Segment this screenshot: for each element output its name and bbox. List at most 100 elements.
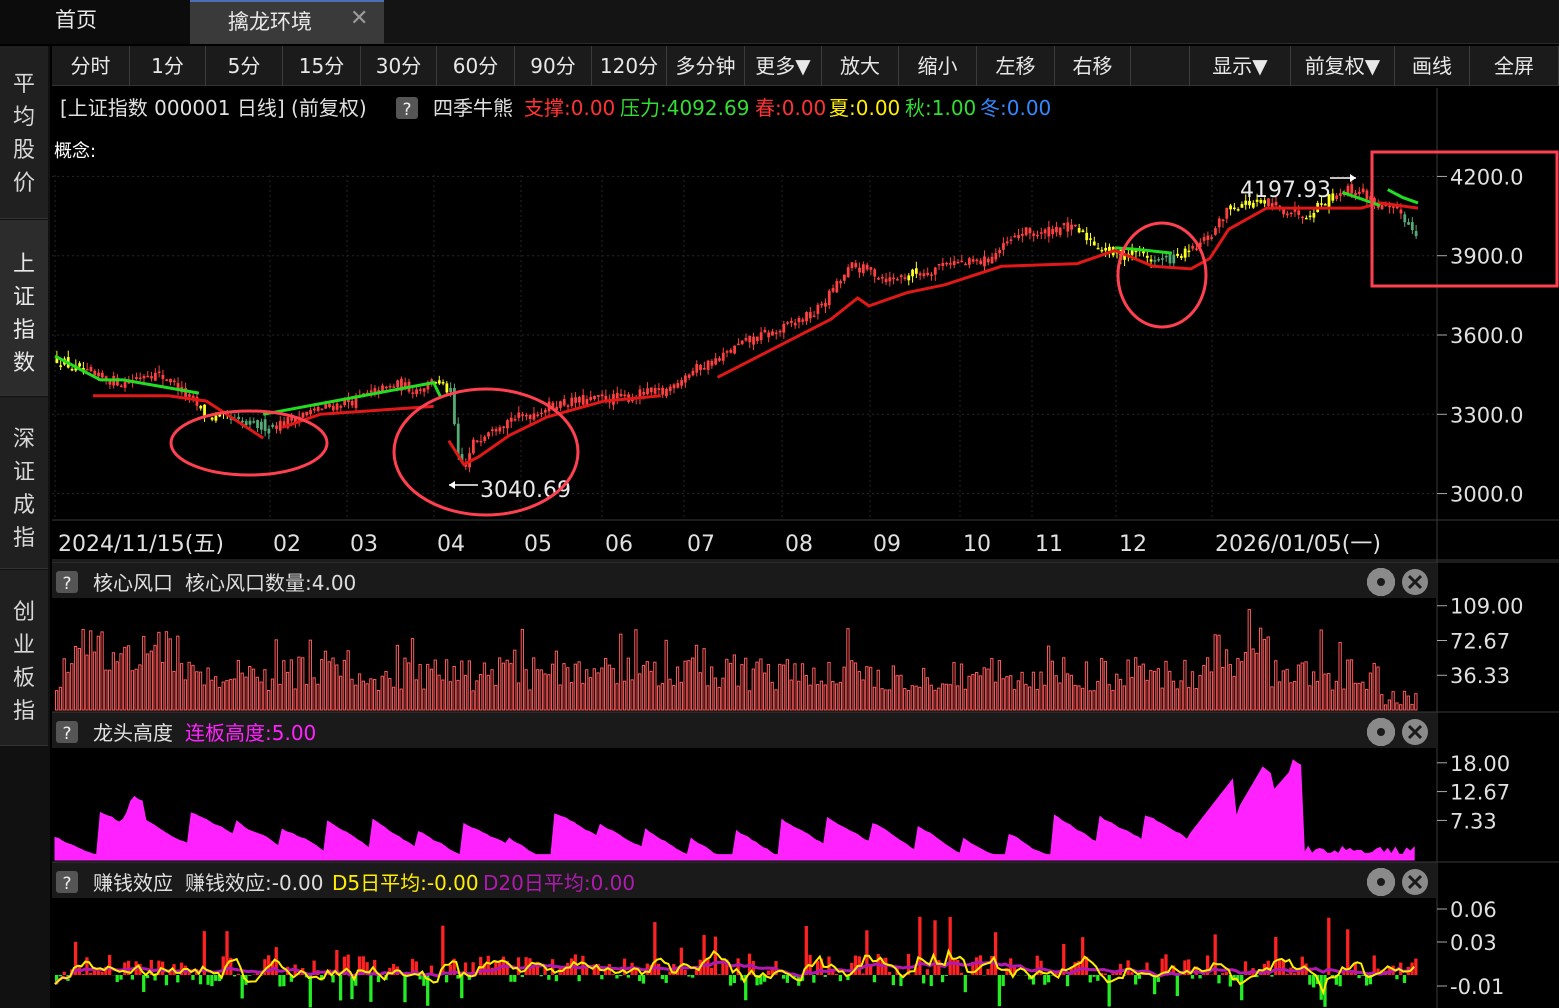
help-icon-glyph: ? (62, 874, 71, 894)
candle-body (142, 376, 146, 379)
candle-body (914, 268, 918, 274)
candle-body (1365, 190, 1369, 200)
wind-bar (615, 683, 619, 711)
wind-bar (1274, 660, 1278, 711)
wind-bar (603, 657, 608, 711)
candle-body (1145, 255, 1149, 258)
wind-bar (622, 680, 627, 711)
wind-bar (1031, 671, 1036, 711)
wind-bar (547, 674, 551, 711)
wind-bar (501, 662, 506, 711)
candle-body (771, 331, 774, 336)
candle-body (1168, 254, 1172, 264)
wind-bar (1338, 642, 1342, 711)
effect-bar (1137, 975, 1142, 979)
candle-body (1414, 231, 1418, 237)
effect-bar (1357, 975, 1361, 979)
candle-body (1323, 204, 1327, 206)
wind-bar (1296, 664, 1301, 711)
effect-bar (918, 916, 922, 975)
effect-bar (1270, 975, 1274, 977)
wind-bar (675, 666, 680, 711)
date-tick-label: 05 (524, 532, 552, 557)
wind-bar (263, 669, 267, 711)
candle-body (831, 288, 835, 292)
candle-body (244, 421, 248, 426)
wind-bar (660, 682, 665, 711)
candle-body (248, 420, 252, 425)
candle-body (888, 277, 892, 282)
wind-bar (380, 675, 384, 711)
wind-bar (297, 656, 301, 711)
candle-body (1039, 232, 1043, 234)
candle-body (305, 411, 309, 416)
wind-bar (1327, 673, 1331, 711)
effect-bar (1311, 975, 1316, 988)
wind-bar (1190, 671, 1195, 711)
candle-body (926, 272, 930, 276)
wind-bar (1084, 661, 1089, 711)
wind-bar (653, 661, 657, 711)
wind-bar (638, 673, 642, 711)
candle-body (562, 399, 566, 406)
wind-bar (956, 685, 960, 711)
wind-bar (429, 668, 434, 711)
wind-bar (543, 673, 547, 711)
wind-bar (1168, 670, 1172, 711)
high-price-label: 4197.93 (1240, 178, 1331, 203)
candle-body (165, 379, 169, 381)
wind-bar (1243, 652, 1248, 711)
candle-body (1070, 224, 1073, 230)
effect-bar (547, 975, 551, 980)
wind-bar (759, 658, 763, 711)
wind-bar (872, 686, 877, 711)
wind-bar (240, 672, 244, 711)
candle-body (767, 332, 771, 338)
wind-bar (134, 668, 138, 711)
candle-body (271, 424, 275, 427)
effect-bar (1338, 975, 1342, 987)
axis-tick-label: 0.03 (1450, 931, 1497, 955)
date-tick-label: 12 (1119, 532, 1147, 557)
candle-body (1297, 210, 1301, 215)
effect-bar (585, 967, 589, 975)
wind-bar (516, 682, 521, 711)
candle-body (1089, 238, 1092, 240)
price-tick-label: 3000.0 (1450, 483, 1523, 507)
wind-bar (1353, 682, 1357, 711)
effect-bar (369, 975, 373, 1002)
wind-bar (278, 683, 282, 711)
candle-body (877, 278, 880, 280)
candle-body (1289, 212, 1293, 215)
effect-bar (115, 975, 119, 982)
candle-body (990, 256, 994, 264)
wind-bar (668, 678, 672, 711)
wind-bar (732, 654, 736, 711)
wind-bar (1270, 686, 1274, 711)
wind-bar (672, 685, 676, 711)
wind-bar (702, 648, 706, 711)
candle-body (172, 380, 176, 383)
wind-bar (1289, 682, 1293, 711)
wind-bar (354, 684, 358, 711)
wind-bar (331, 657, 335, 711)
effect-bar (660, 975, 665, 980)
effect-bar (198, 975, 203, 985)
wind-bar (740, 664, 744, 711)
effect-bar (872, 975, 877, 983)
wind-bar (1304, 661, 1308, 711)
candle-body (1403, 214, 1407, 223)
effect-bar (81, 974, 85, 975)
candle-body (210, 417, 214, 420)
effect-bar (709, 967, 714, 975)
wind-bar (1175, 688, 1179, 711)
wind-bar (1122, 685, 1126, 711)
wind-bar (687, 660, 691, 711)
effect-bar (58, 975, 63, 977)
wind-bar (1221, 667, 1225, 711)
candle-body (911, 269, 914, 277)
wind-bar (89, 630, 93, 711)
wind-bar (1410, 703, 1414, 711)
date-tick-label: 2024/11/15(五) (58, 532, 224, 557)
wind-bar (1092, 690, 1096, 711)
